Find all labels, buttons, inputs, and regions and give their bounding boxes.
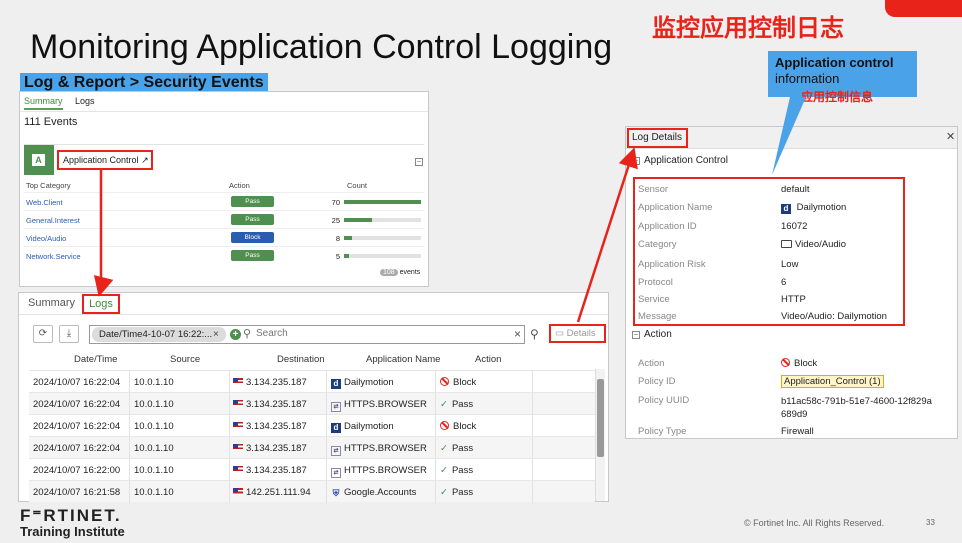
- fortinet-logo: F⁼RTINET.: [20, 506, 122, 525]
- annotation-overlay: [93, 97, 806, 323]
- page-number: 33: [926, 518, 935, 527]
- arrow-to-details: [576, 147, 638, 323]
- training-institute: Training Institute: [20, 524, 125, 539]
- arrow-to-logs: [93, 170, 114, 297]
- callout-tail: [772, 97, 806, 175]
- copyright: © Fortinet Inc. All Rights Reserved.: [744, 518, 885, 528]
